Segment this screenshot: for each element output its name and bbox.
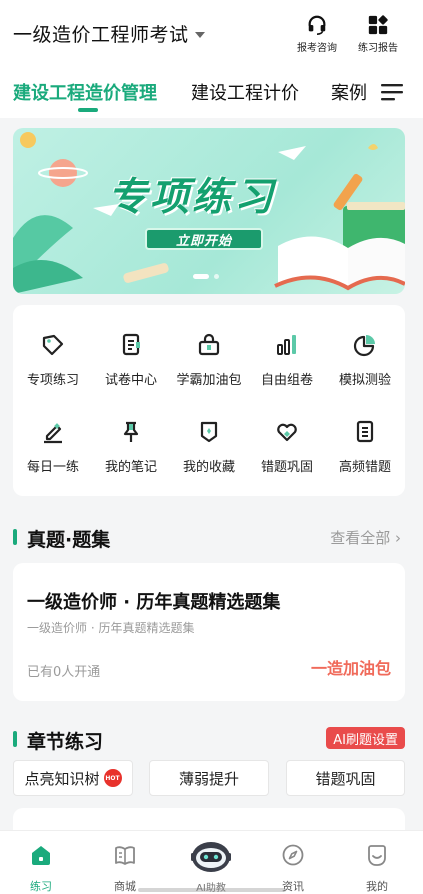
document-icon xyxy=(122,333,140,356)
menu-icon[interactable] xyxy=(381,82,405,102)
exam-title: 一级造价工程师考试 xyxy=(13,24,189,46)
feature-my-favorites[interactable]: 我的收藏 xyxy=(170,419,248,475)
feature-grid: 专项练习 试卷中心 学霸加油包 自由组卷 模拟测验 每日一练 我的笔记 我的收藏… xyxy=(13,305,405,496)
top-header: 一级造价工程师考试 报考咨询 练习报告 xyxy=(0,0,423,68)
carousel-dot xyxy=(214,274,219,279)
chip-knowledge-tree[interactable]: 点亮知识树 HOT xyxy=(13,760,133,796)
pencil-icon xyxy=(44,423,62,444)
chip-mistake-review[interactable]: 错题巩固 xyxy=(286,760,405,796)
chip-label: 错题巩固 xyxy=(315,769,376,788)
feature-my-notes[interactable]: 我的笔记 xyxy=(92,419,170,475)
tab-cost-management[interactable]: 建设工程造价管理 xyxy=(13,79,157,105)
start-now-button[interactable]: 立即开始 xyxy=(145,228,263,250)
see-all-link[interactable]: 查看全部 › xyxy=(330,527,401,548)
carousel-dot-active xyxy=(193,274,209,279)
robot-icon xyxy=(191,842,231,872)
heart-icon xyxy=(277,423,297,442)
chip-weak-points[interactable]: 薄弱提升 xyxy=(149,760,269,796)
feature-mistake-review[interactable]: 错题巩固 xyxy=(248,419,326,475)
tab-cases[interactable]: 案例 xyxy=(331,79,367,105)
question-set-title: 一级造价师 · 历年真题精选题集 xyxy=(27,592,281,613)
home-indicator xyxy=(138,888,286,892)
chapter-section-header: 章节练习 AI刷题设置 xyxy=(13,727,405,753)
feature-label: 学霸加油包 xyxy=(176,373,242,388)
feature-label: 我的笔记 xyxy=(104,460,157,475)
section-marker xyxy=(13,731,17,747)
nav-practice[interactable]: 练习 xyxy=(11,843,71,894)
promo-banner[interactable]: 专项练习 立即开始 xyxy=(13,128,405,294)
chip-label: 薄弱提升 xyxy=(178,769,239,788)
nav-profile[interactable]: 我的 xyxy=(347,843,407,894)
feature-label: 试卷中心 xyxy=(104,373,157,388)
report-grid-icon xyxy=(368,15,388,35)
feature-special-practice[interactable]: 专项练习 xyxy=(14,332,92,388)
ai-practice-settings-button[interactable]: AI刷题设置 xyxy=(326,727,405,749)
tab-pricing[interactable]: 建设工程计价 xyxy=(191,79,299,105)
feature-label: 我的收藏 xyxy=(182,460,235,475)
section-title: 真题·题集 xyxy=(27,529,111,551)
feature-mock-test[interactable]: 模拟测验 xyxy=(326,332,404,388)
feature-custom-paper[interactable]: 自由组卷 xyxy=(248,332,326,388)
subscriber-count: 已有0人开通 xyxy=(27,665,101,680)
nav-label: 我的 xyxy=(366,880,388,893)
feature-paper-center[interactable]: 试卷中心 xyxy=(92,332,170,388)
question-set-subtitle: 一级造价师 · 历年真题精选题集 xyxy=(27,621,195,635)
feature-frequent-mistakes[interactable]: 高频错题 xyxy=(326,419,404,475)
carousel-dots xyxy=(193,274,219,279)
nav-label: 练习 xyxy=(30,880,52,893)
smile-icon xyxy=(368,845,386,866)
nav-store[interactable]: 商城 xyxy=(95,843,155,894)
pin-icon xyxy=(123,421,139,442)
bar-chart-icon xyxy=(277,335,296,355)
nav-label: 商城 xyxy=(114,880,136,893)
compass-icon xyxy=(282,844,304,866)
book-icon xyxy=(115,846,135,865)
chevron-down-icon xyxy=(194,31,205,38)
tag-icon xyxy=(42,334,64,356)
section-title: 章节练习 xyxy=(27,731,104,753)
feature-daily-practice[interactable]: 每日一练 xyxy=(14,419,92,475)
pie-chart-icon xyxy=(353,335,375,357)
exam-selector[interactable]: 一级造价工程师考试 xyxy=(13,20,205,47)
boost-pack-link[interactable]: 一造加油包 xyxy=(311,655,391,679)
feature-label: 自由组卷 xyxy=(260,373,313,388)
consult-label: 报考咨询 xyxy=(297,43,337,54)
hot-badge-icon: HOT xyxy=(103,769,122,787)
active-tab-indicator xyxy=(78,108,98,112)
feature-label: 错题巩固 xyxy=(260,460,313,475)
nav-ai-assistant[interactable]: AI助教 xyxy=(182,837,240,894)
practice-report-button[interactable]: 练习报告 xyxy=(350,14,406,54)
chip-label: 点亮知识树 xyxy=(24,769,100,788)
feature-label: 专项练习 xyxy=(26,373,79,388)
shield-icon xyxy=(200,421,218,443)
nav-news[interactable]: 资讯 xyxy=(263,843,323,894)
feature-label: 模拟测验 xyxy=(338,373,391,388)
list-doc-icon xyxy=(356,420,374,443)
consult-button[interactable]: 报考咨询 xyxy=(289,14,345,54)
bottom-nav: 练习 商城 AI助教 资讯 我的 xyxy=(0,830,423,894)
subject-tabs: 建设工程造价管理 建设工程计价 案例 xyxy=(0,68,423,118)
home-icon xyxy=(32,846,50,865)
real-exam-section-header: 真题·题集 查看全部 › xyxy=(13,525,405,551)
feature-label: 每日一练 xyxy=(26,460,79,475)
practice-report-label: 练习报告 xyxy=(358,43,398,54)
headset-icon xyxy=(308,15,326,35)
question-set-card[interactable]: 一级造价师 · 历年真题精选题集 一级造价师 · 历年真题精选题集 已有0人开通… xyxy=(13,563,405,701)
banner-title: 专项练习 xyxy=(108,175,277,220)
section-marker xyxy=(13,529,17,545)
feature-boost-pack[interactable]: 学霸加油包 xyxy=(170,332,248,388)
feature-label: 高频错题 xyxy=(338,460,391,475)
nav-label: 资讯 xyxy=(282,880,304,893)
lock-bag-icon xyxy=(198,333,220,356)
